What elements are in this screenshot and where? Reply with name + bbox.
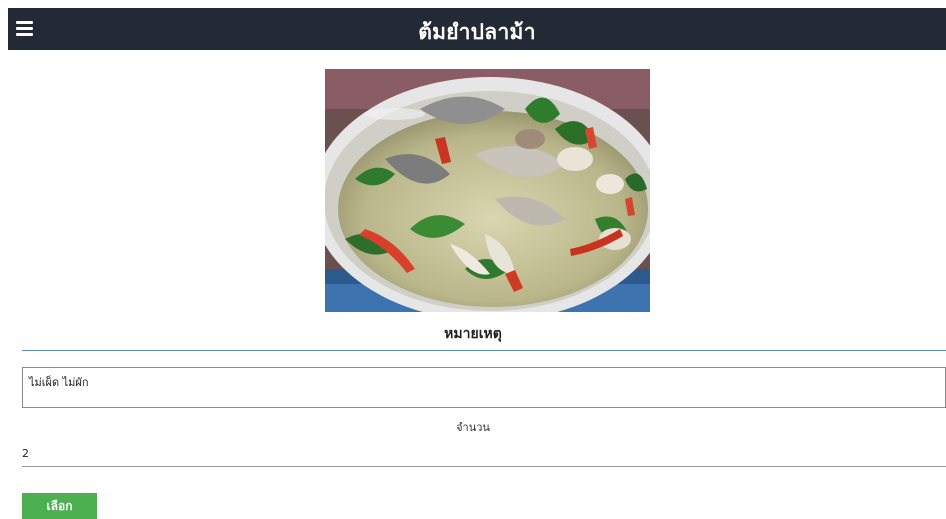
divider [22,350,946,351]
page-title: ต้มยำปลาม้า [418,20,536,44]
note-heading: หมายเหตุ [444,326,502,342]
dish-photo [325,69,650,312]
note-textarea[interactable]: ไม่เผ็ด ไม่ผัก [22,367,946,408]
quantity-input[interactable] [22,441,946,467]
top-bar: ต้มยำปลาม้า [8,8,946,50]
select-button[interactable]: เลือก [22,493,97,519]
quantity-label: จำนวน [456,421,490,434]
page: ต้มยำปลาม้า หมายเหตุ ไม่เผ็ด ไม่ผัก จำนว… [0,0,946,519]
